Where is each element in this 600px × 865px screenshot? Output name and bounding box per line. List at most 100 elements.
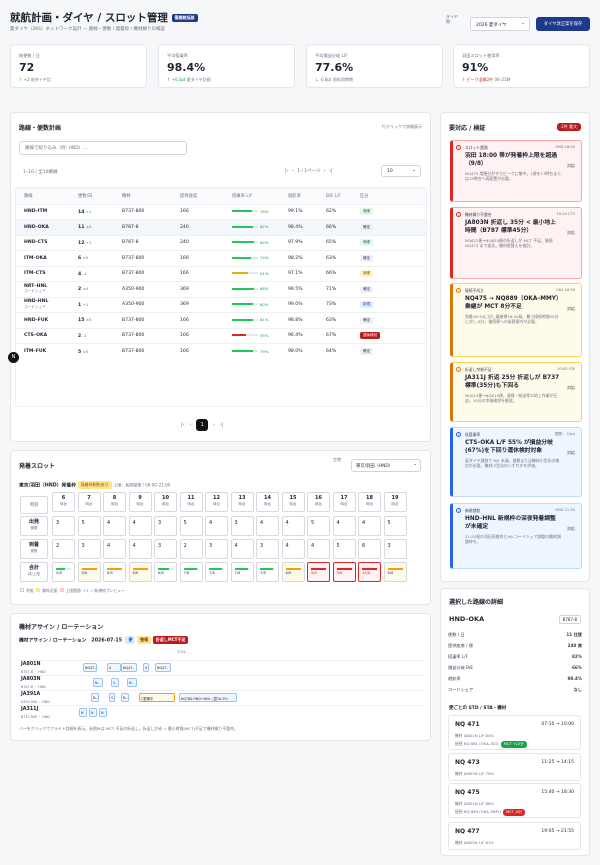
arr-slot-cell[interactable]: 2: [179, 539, 203, 559]
alert-card[interactable]: ! スロット超過 HND 18:00 羽田 18:00 帯が発着枠上限を超過（9/8）…: [450, 140, 582, 202]
total-slot-cell[interactable]: 9/8: [332, 562, 356, 582]
dep-slot-cell[interactable]: 5: [383, 516, 407, 536]
flight-bar[interactable]: NQ47..: [121, 663, 137, 672]
table-row[interactable]: HND–FUK 15 ±0 B737-800 166 81% 98.8% 63%…: [16, 312, 426, 328]
prev-page-icon[interactable]: ‹: [189, 422, 191, 428]
alert-action-button[interactable]: 対応: [567, 450, 575, 456]
flight-bar[interactable]: N: [89, 708, 97, 717]
table-row[interactable]: ITM–FUK 5 ±0 B737-800 166 79% 98.0% 64% …: [16, 343, 426, 359]
dep-slot-cell[interactable]: 5: [179, 516, 203, 536]
flight-card[interactable]: NQ 473 11:25 → 14:15 機材 JA803N L/F 79%: [448, 753, 581, 781]
maintenance-bar[interactable]: C整備中: [139, 693, 175, 702]
flight-bar[interactable]: NQ47..: [155, 663, 171, 672]
first-page-icon[interactable]: |‹: [181, 422, 185, 428]
alert-card[interactable]: i 新規就航 HND 21:55 HND–HNL 新規枠の深夜発着調整が未確定 21:5…: [450, 503, 582, 569]
alert-card[interactable]: ! 折返し余裕不足 10:00 ITM JA311J 折返 25分 折返しが B737…: [450, 362, 582, 422]
arr-slot-cell[interactable]: 4: [307, 539, 330, 559]
route-filter-input[interactable]: [19, 141, 187, 155]
dep-slot-cell[interactable]: 4: [128, 516, 152, 536]
alert-action-button[interactable]: 対応: [567, 230, 575, 236]
total-slot-cell[interactable]: 8/8: [383, 562, 407, 582]
arr-slot-cell[interactable]: 2: [52, 539, 75, 559]
col-aircraft[interactable]: 機材: [122, 188, 180, 204]
col-lf[interactable]: 搭乗率 L/F: [232, 188, 288, 204]
alert-card[interactable]: ! 接続不成立 OKA 16:30 NQ475 → NQ889（OKA–MMY）乗継が…: [450, 283, 582, 357]
avatar[interactable]: N: [8, 352, 19, 363]
arr-slot-cell[interactable]: 3: [383, 539, 407, 559]
alert-card[interactable]: ! 機材繰り不整合 10:05 CTS JA803N 折返し 35分 < 最小地上時間…: [450, 207, 582, 279]
total-slot-cell[interactable]: 9/8: [307, 562, 330, 582]
alert-action-button[interactable]: 対応: [567, 385, 575, 391]
flight-bar[interactable]: X: [143, 663, 149, 672]
arr-slot-cell[interactable]: 4: [128, 539, 152, 559]
dep-slot-cell[interactable]: 4: [205, 516, 228, 536]
total-slot-cell[interactable]: 8/8: [128, 562, 152, 582]
alert-action-button[interactable]: 対応: [567, 526, 575, 532]
table-row[interactable]: NRT–HNL コードシェア 2 ±0 A350-900 369 86% 99.5…: [16, 281, 426, 297]
dep-slot-cell[interactable]: 4: [256, 516, 279, 536]
total-slot-cell[interactable]: 7/8: [179, 562, 203, 582]
arr-slot-cell[interactable]: 4: [230, 539, 254, 559]
total-slot-cell[interactable]: 5/8: [52, 562, 75, 582]
first-page-icon[interactable]: |‹: [285, 168, 289, 174]
col-seats[interactable]: 提供座席: [180, 188, 232, 204]
page-size-select[interactable]: 10 ⌄: [381, 165, 421, 177]
table-row[interactable]: HND–OKA 11 ±0 B787-8 240 82% 98.4% 66% 確…: [16, 219, 426, 235]
flight-bar[interactable]: NQ780 HND→HNL（翌10:25）: [179, 693, 237, 702]
dep-slot-cell[interactable]: 5: [307, 516, 330, 536]
col-freq[interactable]: 便数/日: [78, 188, 122, 204]
total-slot-cell[interactable]: 6/8: [154, 562, 177, 582]
total-slot-cell[interactable]: 7/8: [205, 562, 228, 582]
arr-slot-cell[interactable]: 3: [154, 539, 177, 559]
arr-slot-cell[interactable]: 3: [77, 539, 101, 559]
flight-bar[interactable]: NQ47..: [83, 663, 97, 672]
table-row[interactable]: HND–ITM 14 +1 B737-800 166 78% 99.1% 62%…: [16, 203, 426, 220]
flight-bar[interactable]: N..: [127, 678, 137, 687]
airport-select[interactable]: 東京/羽田（HND） ⌄: [351, 459, 421, 472]
alert-action-button[interactable]: 対応: [567, 306, 575, 312]
table-row[interactable]: ITM–CTS 4 -1 B737-800 166 61% 97.1% 66% …: [16, 265, 426, 282]
total-slot-cell[interactable]: 8/8: [103, 562, 126, 582]
save-button[interactable]: ダイヤ改正案を保存: [536, 17, 590, 31]
col-route[interactable]: 路線: [16, 188, 78, 204]
total-slot-cell[interactable]: 7/8: [230, 562, 254, 582]
arr-slot-cell[interactable]: 3: [256, 539, 279, 559]
dep-slot-cell[interactable]: 4: [281, 516, 305, 536]
prev-page-icon[interactable]: ‹: [292, 168, 294, 174]
flight-card[interactable]: NQ 477 19:05 → 21:55 機材 JA805N L/F 81%: [448, 822, 581, 850]
dep-slot-cell[interactable]: 3: [230, 516, 254, 536]
flight-bar[interactable]: X: [107, 663, 121, 672]
flight-bar[interactable]: N..: [91, 693, 99, 702]
flight-bar[interactable]: N..: [121, 693, 129, 702]
total-slot-cell[interactable]: 8/8: [281, 562, 305, 582]
flight-card[interactable]: NQ 475 15:40 → 18:30 機材 JA801N L/F 88% 接続 N…: [448, 783, 581, 818]
alert-action-button[interactable]: 対応: [567, 163, 575, 169]
arr-slot-cell[interactable]: 4: [281, 539, 305, 559]
flight-bar[interactable]: N: [79, 708, 87, 717]
flight-bar[interactable]: Y..: [109, 693, 115, 702]
flight-card[interactable]: NQ 471 07:10 → 10:00 機材 JA801N L/F 84% 接続 N…: [448, 715, 581, 750]
col-be[interactable]: B/E L/F: [312, 188, 354, 204]
arr-slot-cell[interactable]: 5: [332, 539, 356, 559]
total-slot-cell[interactable]: 10/8: [358, 562, 381, 582]
last-page-icon[interactable]: ›|: [329, 168, 333, 174]
table-row[interactable]: CTS–OKA 2 -1 B737-800 166 55% 96.4% 67% …: [16, 327, 426, 344]
next-page-icon[interactable]: ›: [324, 168, 326, 174]
next-page-icon[interactable]: ›: [213, 422, 215, 428]
flight-bar[interactable]: Y..: [111, 678, 119, 687]
arr-slot-cell[interactable]: 4: [103, 539, 126, 559]
table-row[interactable]: HND–CTS 12 +1 B787-8 240 84% 97.9% 65% 増…: [16, 234, 426, 251]
dep-slot-cell[interactable]: 3: [154, 516, 177, 536]
table-row[interactable]: HND–HNL コードシェア 1 +1 A350-900 369 80% 99.0…: [16, 296, 426, 313]
alert-card[interactable]: i 低搭乗率 週間・-12pt CTS–OKA L/F 55% が損益分岐(67%)を…: [450, 427, 582, 497]
arr-slot-cell[interactable]: 3: [205, 539, 228, 559]
dep-slot-cell[interactable]: 4: [103, 516, 126, 536]
arr-slot-cell[interactable]: 6: [358, 539, 381, 559]
col-rate[interactable]: 就航率: [288, 188, 312, 204]
total-slot-cell[interactable]: 7/8: [256, 562, 279, 582]
col-category[interactable]: 区分: [354, 188, 426, 204]
dep-slot-cell[interactable]: 3: [52, 516, 75, 536]
dep-slot-cell[interactable]: 5: [77, 516, 101, 536]
table-row[interactable]: ITM–OKA 6 ±0 B737-800 166 74% 98.2% 63% …: [16, 250, 426, 266]
dep-slot-cell[interactable]: 4: [332, 516, 356, 536]
